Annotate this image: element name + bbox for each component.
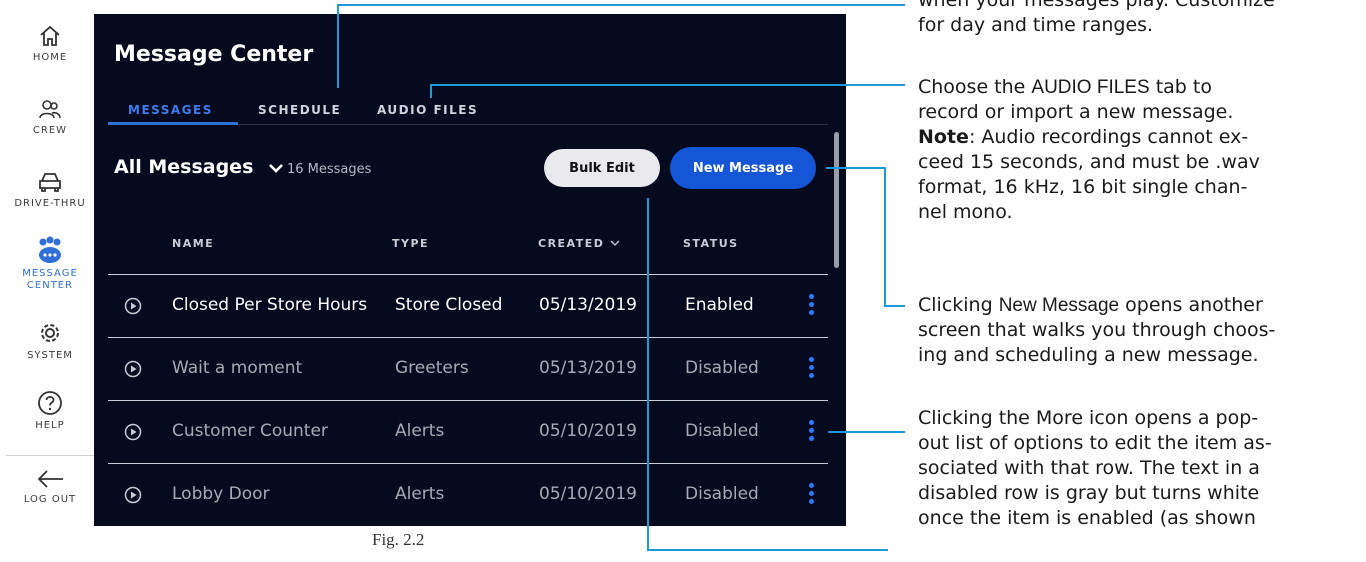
callout-audio-text-6: format, 16 kHz, 16 bit single chan-: [918, 176, 1248, 198]
callout-audio-text-3: record or import a new message.: [918, 101, 1234, 123]
bulk-edit-leader-line: [647, 198, 888, 551]
callout-audio-text-1: Choose the: [918, 76, 1032, 98]
callout-new-message: Clicking New Message opens another scree…: [918, 293, 1275, 368]
callout-more-icon: Clicking the More icon opens a pop- out …: [918, 406, 1272, 531]
callout-audio-text-4: : Audio recordings cannot ex-: [968, 126, 1249, 148]
callout-schedule-line-2: for day and time ranges.: [918, 14, 1154, 36]
schedule-leader-line: [337, 4, 905, 88]
audio-files-leader-line: [430, 84, 905, 98]
callout-audio-tab-name: AUDIO FILES: [1031, 77, 1150, 98]
callout-schedule: when your messages play. Customize for d…: [918, 0, 1275, 38]
figure-caption: Fig. 2.2: [372, 530, 425, 549]
callout-new-button-name: New Message: [998, 295, 1120, 316]
callout-more-text-5: once the item is enabled (as shown: [918, 507, 1256, 529]
callout-more-text-4: disabled row is gray but turns white: [918, 482, 1260, 504]
callout-audio-text-2: tab to: [1149, 76, 1212, 98]
callout-schedule-line-1: when your messages play. Customize: [918, 0, 1275, 11]
callout-audio-files: Choose the AUDIO FILES tab to record or …: [918, 75, 1260, 225]
callout-more-text-1: Clicking the More icon opens a pop-: [918, 407, 1259, 429]
callout-audio-note-label: Note: [918, 126, 969, 148]
callout-new-text-3: screen that walks you through choos-: [918, 319, 1276, 341]
new-message-leader-line: [826, 167, 905, 307]
callout-audio-text-7: nel mono.: [918, 201, 1013, 223]
callout-new-text-2: opens another: [1119, 294, 1263, 316]
callout-more-text-2: out list of options to edit the item as-: [918, 432, 1272, 454]
callout-audio-text-5: ceed 15 seconds, and must be .wav: [918, 151, 1260, 173]
callout-new-text-4: ing and scheduling a new message.: [918, 344, 1259, 366]
callout-new-text-1: Clicking: [918, 294, 999, 316]
callout-more-text-3: sociated with that row. The text in a: [918, 457, 1260, 479]
